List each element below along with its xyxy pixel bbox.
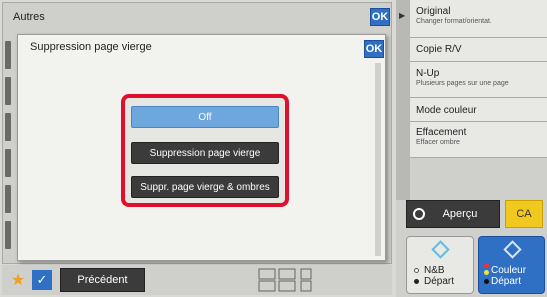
start-diamond-icon xyxy=(503,240,522,259)
tray-status-icon xyxy=(258,268,312,292)
bw-start-label: N&B Départ xyxy=(424,265,454,287)
menu-item-sub: Effacer ombre xyxy=(416,139,460,146)
left-tab[interactable] xyxy=(5,185,11,213)
panel-strip: ▶ xyxy=(396,0,410,200)
modal-title: Suppression page vierge xyxy=(30,41,152,53)
menu-item-label: Effacement xyxy=(416,127,467,138)
check-icon[interactable]: ✓ xyxy=(32,270,52,290)
ok-button[interactable]: OK xyxy=(370,8,390,26)
screen: Autres OK Suppression page vierge OK Off… xyxy=(0,0,547,297)
indicator-dot xyxy=(414,279,419,284)
panel-title: Autres xyxy=(13,11,45,23)
menu-item-label: Original xyxy=(416,6,451,17)
option-suppression-button[interactable]: Suppression page vierge xyxy=(131,142,279,164)
indicator-dot xyxy=(414,268,419,273)
indicator-dot xyxy=(484,270,489,275)
color-start-line2: Départ xyxy=(491,276,522,287)
menu-item-n-up[interactable]: N-Up Plusieurs pages sur une page xyxy=(410,62,547,98)
menu-item-label: Copie R/V xyxy=(416,44,462,55)
bottom-bar: ★ ✓ Précédent xyxy=(2,265,392,295)
start-diamond-icon xyxy=(431,240,450,259)
menu-item-label: Mode couleur xyxy=(416,105,477,116)
left-tab[interactable] xyxy=(5,41,11,69)
suppression-modal: Suppression page vierge OK Off Suppressi… xyxy=(17,34,386,261)
magnifier-icon xyxy=(413,208,425,220)
menu-item-original[interactable]: Original Changer format/orientat. xyxy=(410,0,547,38)
menu-item-copie-rv[interactable]: Copie R/V xyxy=(410,38,547,62)
ca-button[interactable]: CA xyxy=(505,200,543,228)
indicator-dot xyxy=(484,279,489,284)
previous-button[interactable]: Précédent xyxy=(60,268,145,292)
indicator-dot xyxy=(484,263,489,268)
options-frame: Off Suppression page vierge Suppr. page … xyxy=(121,94,289,207)
left-tab[interactable] xyxy=(5,149,11,177)
menu-item-label: N-Up xyxy=(416,68,440,79)
left-tab[interactable] xyxy=(5,113,11,141)
color-start-button[interactable]: Couleur Départ xyxy=(478,236,545,294)
option-suppression-ombres-button[interactable]: Suppr. page vierge & ombres xyxy=(131,176,279,198)
color-start-line1: Couleur xyxy=(491,265,527,276)
bw-start-line1: N&B xyxy=(424,265,445,276)
left-tab[interactable] xyxy=(5,77,11,105)
menu-item-sub: Changer format/orientat. xyxy=(416,18,492,25)
preview-button[interactable]: Aperçu xyxy=(406,200,500,228)
preview-label: Aperçu xyxy=(442,208,478,220)
play-arrow-icon[interactable]: ▶ xyxy=(399,11,405,20)
color-start-label: Couleur Départ xyxy=(491,265,526,287)
menu-item-mode-couleur[interactable]: Mode couleur xyxy=(410,98,547,122)
left-tabs xyxy=(5,41,17,266)
left-tab[interactable] xyxy=(5,221,11,249)
scrollbar[interactable] xyxy=(375,63,381,256)
menu-item-sub: Plusieurs pages sur une page xyxy=(416,80,509,87)
option-off-button[interactable]: Off xyxy=(131,106,279,128)
bw-start-line2: Départ xyxy=(424,276,455,287)
favorite-star-icon[interactable]: ★ xyxy=(8,270,28,290)
bw-start-button[interactable]: N&B Départ xyxy=(406,236,474,294)
modal-ok-button[interactable]: OK xyxy=(364,40,384,58)
right-panel: ▶ Original Changer format/orientat. Copi… xyxy=(396,0,547,297)
menu-item-effacement[interactable]: Effacement Effacer ombre xyxy=(410,122,547,158)
status-mini-icons xyxy=(257,267,317,293)
